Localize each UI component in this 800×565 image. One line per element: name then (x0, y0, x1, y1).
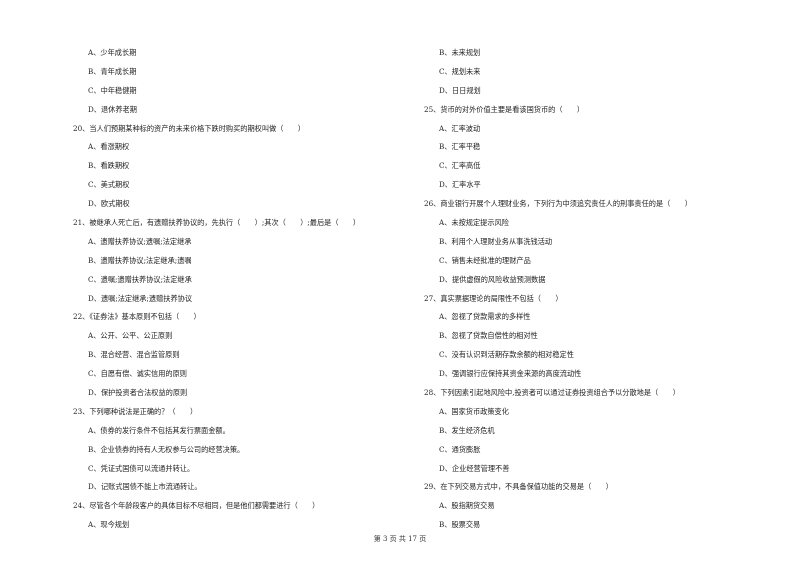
answer-option: A、公开、公平、公正原则 (88, 331, 173, 341)
left-column: A、少年成长期 B、青年成长期 C、中年稳健期 D、退休养老期 20、当人们预期某种标的… (73, 44, 403, 535)
page-footer: 第 3 页 共 17 页 (373, 535, 427, 543)
answer-option: A、少年成长期 (88, 48, 137, 57)
answer-option: D、保护投资者合法权益的原则 (88, 388, 188, 398)
answer-option: D、欧式期权 (88, 199, 130, 209)
answer-option: C、中年稳健期 (88, 85, 137, 95)
answer-option: B、企业债券的持有人无权参与公司的经营决策。 (88, 444, 245, 454)
answer-option: A、国家货币政策变化 (439, 406, 509, 416)
answer-option: C、美式期权 (88, 180, 130, 190)
answer-option: A、股指期货交易 (439, 501, 495, 511)
answer-option: A、汇率波动 (439, 123, 481, 133)
answer-option: C、汇率高低 (439, 161, 481, 171)
answer-option: B、发生经济危机 (439, 425, 495, 435)
answer-option: C、自愿有偿、诚实信用的原则 (88, 369, 187, 379)
question-text: 22、《证券法》基本原则不包括（ ） (73, 312, 201, 322)
question-text: 20、当人们预期某种标的资产的未来价格下跌时购买的期权叫做（ ） (73, 123, 305, 133)
answer-option: D、日日规划 (439, 85, 481, 95)
question-text: 27、真实票据理论的局限性不包括（ ） (424, 293, 563, 303)
answer-option: B、汇率平稳 (439, 142, 481, 152)
answer-option: D、退休养老期 (88, 104, 137, 114)
answer-option: B、青年成长期 (88, 66, 137, 76)
answer-option: A、现今规划 (88, 520, 130, 530)
question-text: 29、在下列交易方式中，不具备保值功能的交易是（ ） (424, 482, 613, 492)
answer-option: C、通货膨胀 (439, 444, 481, 454)
question-text: 21、被继承人死亡后，有遗赠扶养协议的，先执行（ ）;其次（ ）;最后是（ ） (73, 218, 361, 228)
answer-option: B、未来规划 (439, 48, 481, 57)
answer-option: B、混合经营、混合监管原则 (88, 350, 180, 360)
answer-option: D、强调银行应保持其资金来源的高度流动性 (439, 369, 582, 379)
answer-option: A、忽视了贷款需求的多样性 (439, 312, 531, 322)
question-text: 24、尽管各个年龄段客户的具体目标不尽相同，但是他们都需要进行（ ） (73, 501, 320, 511)
answer-option: C、凭证式国债可以流通并转让。 (88, 463, 195, 473)
answer-option: D、记账式国债不能上市流通转让。 (88, 482, 202, 492)
question-text: 25、货币的对外价值主要是看该国货币的（ ） (424, 104, 585, 114)
answer-option: B、利用个人理财业务从事洗钱活动 (439, 236, 553, 246)
answer-option: B、股票交易 (439, 520, 481, 530)
question-text: 28、下列因素引起地风险中,投资者可以通过证券投资组合予以分散地是（ ） (424, 388, 680, 398)
right-column: B、未来规划 C、规划未来 D、日日规划 25、货币的对外价值主要是看该国货币的（ ）… (424, 44, 764, 535)
answer-option: D、提供虚假的风险收益预测数据 (439, 274, 546, 284)
question-text: 23、下列哪种说法是正确的？（ ） (73, 406, 198, 416)
question-text: 26、商业银行开展个人理财业务，下列行为中须追究责任人的刑事责任的是（ ） (424, 199, 692, 209)
answer-option: C、没有认识到活期存款余额的相对稳定性 (439, 350, 574, 360)
answer-option: C、遗嘱;遗赠扶养协议;法定继承 (88, 274, 192, 284)
answer-option: A、遗赠扶养协议;遗嘱;法定继承 (88, 236, 192, 246)
answer-option: C、规划未来 (439, 66, 481, 76)
answer-option: C、销售未经批准的理财产品 (439, 255, 531, 265)
answer-option: A、债券的发行条件不包括其发行票面金额。 (88, 425, 230, 435)
answer-option: A、看涨期权 (88, 142, 130, 152)
answer-option: B、忽视了贷款自偿性的相对性 (439, 331, 538, 341)
answer-option: B、看跌期权 (88, 161, 130, 171)
answer-option: B、遗赠扶养协议;法定继承;遗嘱 (88, 255, 192, 265)
answer-option: D、企业经营管理不善 (439, 463, 510, 473)
answer-option: A、未按规定提示风险 (439, 218, 509, 228)
answer-option: D、遗嘱;法定继承;遗赠扶养协议 (88, 293, 193, 303)
answer-option: D、汇率水平 (439, 180, 481, 190)
